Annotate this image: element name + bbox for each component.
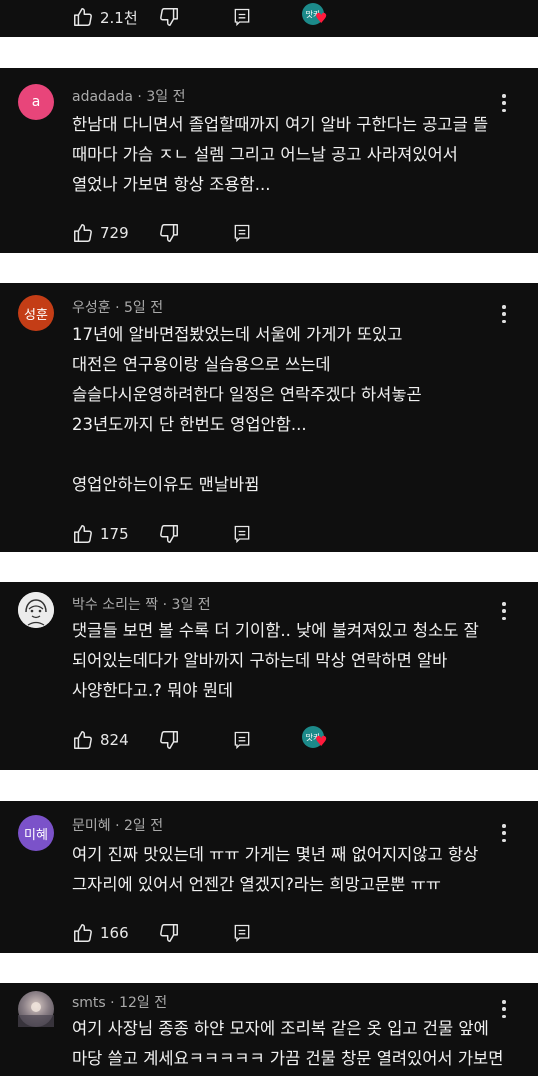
comment-line: 때마다 가슴 ㅈㄴ 설렘 그리고 어느날 공고 사라져있어서 <box>72 145 458 164</box>
reply-icon <box>234 8 250 27</box>
thumbs-down-icon <box>160 924 178 942</box>
comment-text: 댓글들 보면 볼 수록 더 기이함.. 낮에 불켜져있고 청소도 잘 되어있는데… <box>72 616 479 706</box>
comment-actions: 175 <box>72 521 250 547</box>
reply-button[interactable] <box>232 727 252 753</box>
like-count: 175 <box>100 525 129 543</box>
avatar[interactable] <box>18 592 54 628</box>
thumbs-up-icon <box>74 224 92 242</box>
avatar[interactable]: 성훈 <box>18 295 54 331</box>
cartoon-face-avatar-icon <box>18 592 54 628</box>
dislike-button[interactable] <box>158 920 180 946</box>
timestamp[interactable]: 5일 전 <box>124 300 163 316</box>
comment-meta: adadada · 3일 전 <box>72 89 186 105</box>
author-name[interactable]: smts <box>72 995 106 1011</box>
thumbs-up-icon <box>74 924 92 942</box>
like-button[interactable]: 175 <box>72 523 129 545</box>
timestamp[interactable]: 2일 전 <box>124 818 163 834</box>
comment-line: 그자리에 있어서 언젠간 열겠지?라는 희망고문뿐 ㅠㅠ <box>72 875 441 894</box>
reply-button[interactable] <box>232 521 252 547</box>
author-name[interactable]: adadada <box>72 89 133 105</box>
comment-actions: 166 <box>72 920 250 946</box>
author-name[interactable]: 문미혜 <box>72 818 111 834</box>
thumbs-up-icon <box>74 731 92 749</box>
more-options-icon[interactable] <box>495 822 513 844</box>
heart-icon: ♥ <box>315 11 328 27</box>
sunset-photo-avatar-icon <box>18 1002 54 1027</box>
comment-text: 한남대 다니면서 졸업할때까지 여기 알바 구한다는 공고글 뜰 때마다 가슴 … <box>72 110 488 200</box>
avatar[interactable]: 미혜 <box>18 815 54 851</box>
reply-icon <box>234 525 250 544</box>
like-button[interactable]: 824 <box>72 729 129 751</box>
more-options-icon[interactable] <box>495 92 513 114</box>
comment-line: 사양한다고.? 뭐야 뭔데 <box>72 681 234 700</box>
comment-line: 댓글들 보면 볼 수록 더 기이함.. 낮에 불켜져있고 청소도 잘 <box>72 621 479 640</box>
timestamp[interactable]: 12일 전 <box>119 995 167 1011</box>
comment-actions: 729 <box>72 220 250 246</box>
comment-card: a adadada · 3일 전 한남대 다니면서 졸업할때까지 여기 알바 구… <box>0 68 538 253</box>
more-options-icon[interactable] <box>495 303 513 325</box>
like-count: 2.1천 <box>100 8 138 27</box>
reply-icon <box>234 924 250 943</box>
thumbs-down-icon <box>160 731 178 749</box>
avatar[interactable]: a <box>18 84 54 120</box>
thumbs-down-icon <box>160 8 178 26</box>
reply-icon <box>234 224 250 243</box>
comment-card: smts · 12일 전 여기 사장님 종종 하얀 모자에 조리복 같은 옷 입… <box>0 983 538 1076</box>
heart-icon: ♥ <box>315 734 328 750</box>
reply-button[interactable] <box>232 220 252 246</box>
comment-meta: smts · 12일 전 <box>72 995 168 1011</box>
comment-line: 열었나 가보면 항상 조용함... <box>72 175 271 194</box>
comment-line: 슬슬다시운영하려한다 일정은 연락주겠다 하셔놓곤 <box>72 385 422 404</box>
comment-meta: 우성훈 · 5일 전 <box>72 300 164 316</box>
comment-actions: 824 맛카 ♥ <box>72 726 328 753</box>
author-name[interactable]: 우성훈 <box>72 300 111 316</box>
thumbs-down-icon <box>160 224 178 242</box>
dislike-button[interactable] <box>158 727 180 753</box>
comment-text: 17년에 알바면접봤었는데 서울에 가게가 또있고 대전은 연구용이랑 실습용으… <box>72 320 422 500</box>
timestamp[interactable]: 3일 전 <box>146 89 185 105</box>
comment-line: 23년도까지 단 한번도 영업안함... <box>72 415 307 434</box>
comment-meta: 문미혜 · 2일 전 <box>72 818 164 834</box>
comment-line: 여기 사장님 종종 하얀 모자에 조리복 같은 옷 입고 건물 앞에 <box>72 1019 489 1038</box>
creator-heart-badge: 맛카 ♥ <box>302 3 330 31</box>
dislike-button[interactable] <box>158 220 180 246</box>
like-button[interactable]: 729 <box>72 222 129 244</box>
comment-line: 되어있는데다가 알바까지 구하는데 막상 연락하면 알바 <box>72 651 448 670</box>
comment-text: 여기 사장님 종종 하얀 모자에 조리복 같은 옷 입고 건물 앞에 마당 쓸고… <box>72 1014 503 1074</box>
thumbs-up-icon <box>74 525 92 543</box>
comment-card: 성훈 우성훈 · 5일 전 17년에 알바면접봤었는데 서울에 가게가 또있고 … <box>0 283 538 552</box>
dislike-button[interactable] <box>158 4 180 30</box>
thumbs-up-icon <box>74 8 92 26</box>
comment-actions: 2.1천 맛카 ♥ <box>72 3 328 30</box>
comment-card-partial: 2.1천 맛카 ♥ <box>0 0 538 37</box>
comment-line: 여기 진짜 맛있는데 ㅠㅠ 가게는 몇년 째 없어지지않고 항상 <box>72 845 479 864</box>
comment-line: 대전은 연구용이랑 실습용으로 쓰는데 <box>72 355 331 374</box>
comment-line: 마당 쓸고 계세요ㅋㅋㅋㅋㅋ 가끔 건물 창문 열려있어서 가보면 <box>72 1049 504 1068</box>
reply-button[interactable] <box>232 920 252 946</box>
like-button[interactable]: 166 <box>72 922 129 944</box>
reply-icon <box>234 731 250 750</box>
more-options-icon[interactable] <box>495 600 513 622</box>
author-name[interactable]: 박수 소리는 짝 <box>72 597 158 613</box>
timestamp[interactable]: 3일 전 <box>172 597 211 613</box>
comment-card: 미혜 문미혜 · 2일 전 여기 진짜 맛있는데 ㅠㅠ 가게는 몇년 째 없어지… <box>0 801 538 953</box>
comment-text: 여기 진짜 맛있는데 ㅠㅠ 가게는 몇년 째 없어지지않고 항상 그자리에 있어… <box>72 840 478 900</box>
thumbs-down-icon <box>160 525 178 543</box>
avatar[interactable] <box>18 991 54 1027</box>
like-count: 166 <box>100 924 129 942</box>
comment-meta: 박수 소리는 짝 · 3일 전 <box>72 597 211 613</box>
dislike-button[interactable] <box>158 521 180 547</box>
comment-line: 한남대 다니면서 졸업할때까지 여기 알바 구한다는 공고글 뜰 <box>72 115 489 134</box>
comment-card: 박수 소리는 짝 · 3일 전 댓글들 보면 볼 수록 더 기이함.. 낮에 불… <box>0 582 538 770</box>
comment-line: 영업안하는이유도 맨날바뀜 <box>72 475 260 494</box>
like-button[interactable]: 2.1천 <box>72 6 138 28</box>
like-count: 824 <box>100 731 129 749</box>
creator-heart-badge: 맛카 ♥ <box>302 726 330 754</box>
comment-line: 17년에 알바면접봤었는데 서울에 가게가 또있고 <box>72 325 403 344</box>
reply-button[interactable] <box>232 4 252 30</box>
like-count: 729 <box>100 224 129 242</box>
